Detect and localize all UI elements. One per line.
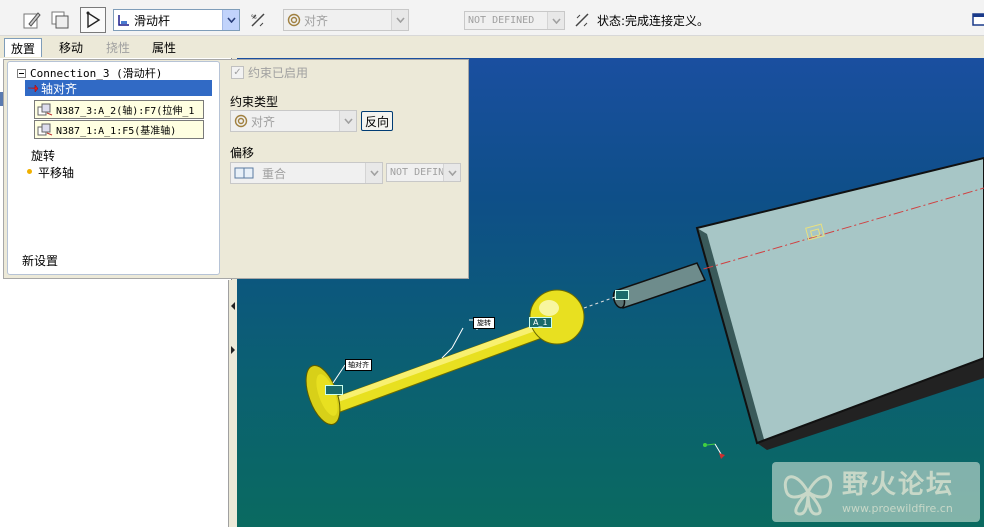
tab-placement[interactable]: 放置 <box>4 38 43 57</box>
butterfly-logo-icon <box>783 475 833 516</box>
constraint-enabled-row[interactable]: ✓ 约束已启用 <box>231 64 308 81</box>
dashboard-tabs: 放置 移动 挠性 属性 <box>0 36 232 58</box>
tree-item-rotate[interactable]: 旋转 <box>31 147 55 164</box>
panel-constraint-type-select[interactable]: 对齐 <box>230 110 357 132</box>
connection-mode-button[interactable] <box>80 7 106 33</box>
error-arrow-icon <box>28 84 39 93</box>
chevron-down-icon[interactable] <box>339 111 356 131</box>
offset-type-select[interactable]: 重合 <box>230 162 383 184</box>
window-icon[interactable] <box>968 8 984 32</box>
constraint-enabled-checkbox[interactable]: ✓ <box>231 66 244 79</box>
chevron-down-icon[interactable] <box>365 163 382 183</box>
component-icon <box>37 103 53 115</box>
watermark-url: www.proewildfire.cn <box>842 502 953 515</box>
panel-offset-value: NOT DEFINED <box>390 167 443 178</box>
chevron-down-icon[interactable] <box>222 10 239 30</box>
constraint-enabled-label: 约束已启用 <box>248 66 309 80</box>
tree-item-label: 轴对齐 <box>41 81 78 96</box>
tree-item-translate-axis[interactable]: 平移轴 <box>38 164 74 181</box>
slider-connection-icon <box>118 15 129 26</box>
offset-value: NOT DEFINED <box>468 15 535 26</box>
tab-flexibility[interactable]: 挠性 <box>100 38 136 57</box>
splitter-arrows-icon <box>231 302 235 366</box>
chevron-down-icon[interactable] <box>547 12 564 29</box>
tab-properties[interactable]: 属性 <box>146 38 182 57</box>
tab-move[interactable]: 移动 <box>53 38 89 57</box>
block-axis-tag <box>615 290 629 300</box>
connection-type-value: 滑动杆 <box>134 13 171 28</box>
flip-connection-icon[interactable]: % <box>246 8 270 32</box>
edit-definition-icon[interactable] <box>20 8 44 32</box>
offset-label: 偏移 <box>230 146 255 160</box>
tree-root-connection[interactable]: Connection_3 (滑动杆) <box>17 65 162 81</box>
reference-label: N387_1:A_1:F5(基准轴) <box>56 126 177 137</box>
coincident-icon <box>234 167 254 179</box>
status-text: 状态:完成连接定义。 <box>597 14 710 28</box>
connection-type-select[interactable]: 滑动杆 <box>113 9 240 31</box>
align-constraint-icon <box>287 13 301 27</box>
align-constraint-icon <box>234 114 248 128</box>
new-set-link[interactable]: 新设置 <box>22 252 58 269</box>
svg-text:%: % <box>251 14 257 21</box>
chevron-down-icon[interactable] <box>443 164 460 181</box>
reference-item-1[interactable]: N387_3:A_2(轴):F7(拉伸_1 <box>34 100 204 119</box>
panel-offset-value-select[interactable]: NOT DEFINED <box>386 163 461 182</box>
left-edge-marker <box>0 92 3 106</box>
constraint-type-value: 对齐 <box>304 13 329 28</box>
flip-button[interactable]: 反向 <box>361 111 393 131</box>
watermark-title: 野火论坛 <box>842 470 955 500</box>
constraint-type-select[interactable]: 对齐 <box>283 9 409 31</box>
flip-offset-icon[interactable] <box>570 8 594 32</box>
reference-item-2[interactable]: N387_1:A_1:F5(基准轴) <box>34 120 204 139</box>
copy-component-icon[interactable] <box>48 8 72 32</box>
axis-a2-tag <box>325 385 343 395</box>
axis-align-tag: 轴对齐 <box>345 359 372 371</box>
constraint-type-label: 约束类型 <box>230 95 279 109</box>
panel-constraint-type-value: 对齐 <box>251 114 276 129</box>
pane-splitter[interactable] <box>228 280 237 527</box>
rotate-tag: 旋转 <box>473 317 495 329</box>
offset-value-select[interactable]: NOT DEFINED <box>464 11 565 30</box>
tree-item-axis-align[interactable]: 轴对齐 <box>25 80 212 96</box>
chevron-down-icon[interactable] <box>391 10 408 30</box>
reference-label: N387_3:A_2(轴):F7(拉伸_1 <box>56 106 195 117</box>
dashboard-toolbar: 滑动杆 % 对齐 NOT DEFINED 状态:完成连接定义。 <box>0 0 984 36</box>
offset-type-value: 重合 <box>262 166 287 181</box>
axis-a1-tag: A_1 <box>529 317 552 328</box>
component-icon <box>37 123 53 135</box>
bullet-icon <box>27 169 32 174</box>
collapse-icon[interactable] <box>17 68 26 78</box>
